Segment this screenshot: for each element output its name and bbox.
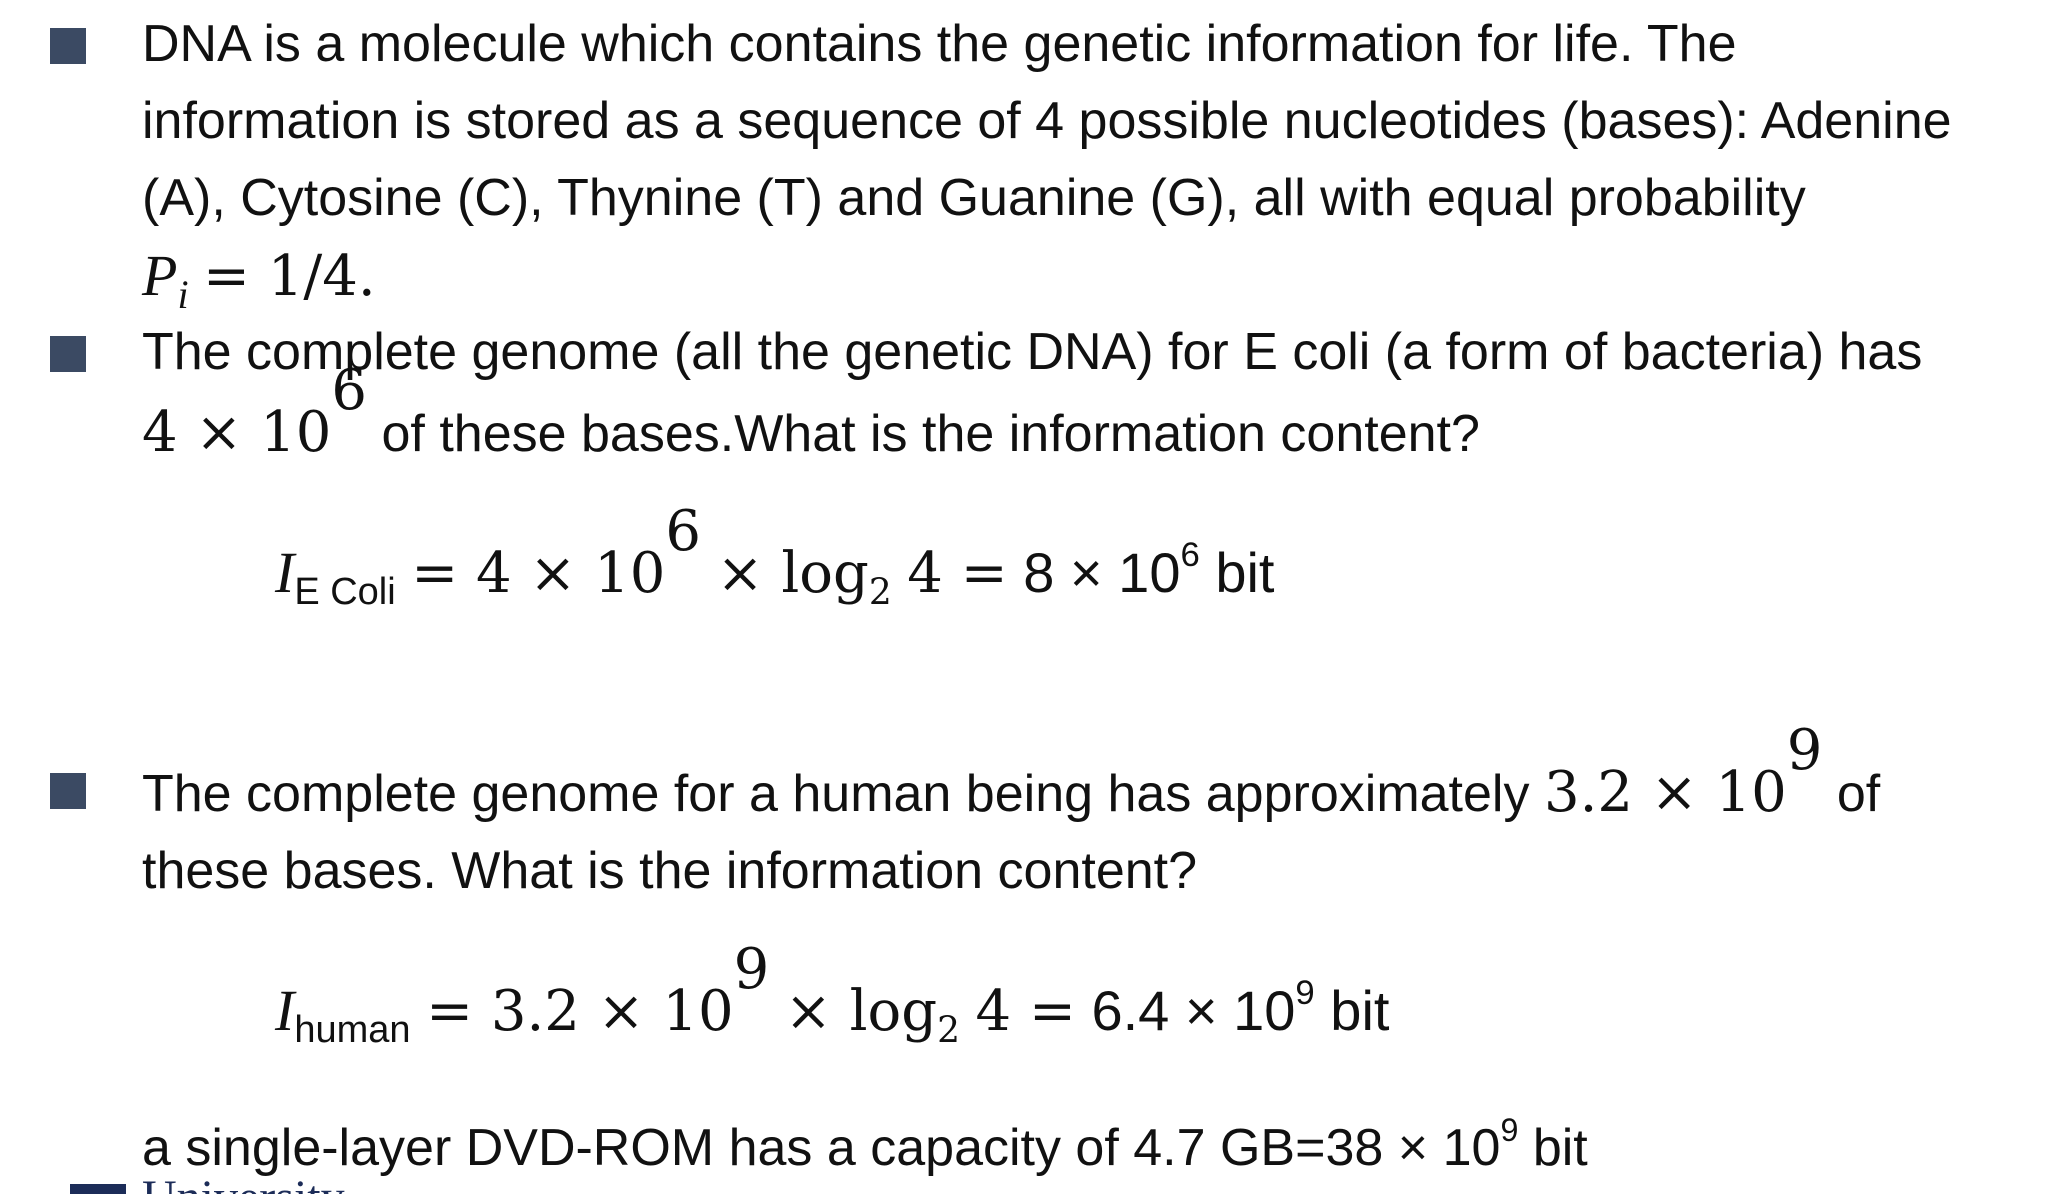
- math-exponent: 6: [1180, 535, 1200, 574]
- text-segment: The complete genome for a human being ha…: [142, 765, 1530, 823]
- math-exponent: 9: [1500, 1111, 1519, 1148]
- paragraph-human: The complete genome for a human being ha…: [142, 723, 2042, 910]
- slide: DNA is a molecule which contains the gen…: [0, 0, 2052, 1194]
- math-exponent: 9: [1295, 973, 1315, 1012]
- math-var-p: P: [142, 243, 178, 308]
- math-sub-label: human: [294, 1009, 411, 1052]
- paragraph-ecoli: The complete genome (all the genetic DNA…: [142, 314, 2042, 473]
- text-line: these bases. What is the information con…: [142, 842, 1198, 900]
- math-exponent: 6: [331, 358, 368, 423]
- university-crest-icon: [70, 1184, 126, 1194]
- bullet-marker-3: [50, 773, 86, 809]
- math-var-i: I: [275, 540, 295, 605]
- math-part: = 4 × 10: [411, 541, 666, 606]
- text-segment: a single-layer DVD-ROM has a capacity of…: [142, 1119, 1501, 1177]
- math-part: × log: [716, 541, 869, 606]
- text-line: DNA is a molecule which contains the gen…: [142, 15, 1737, 73]
- probability-formula: Pi = 1/4.: [142, 237, 2042, 317]
- math-sub-label: E Coli: [294, 571, 396, 614]
- math-part: = 3.2 × 10: [426, 979, 734, 1044]
- math-result: 8 × 10: [1023, 541, 1181, 604]
- text-segment: of these bases.What is the information c…: [381, 405, 1480, 463]
- math-unit: bit: [1215, 541, 1275, 604]
- dvd-capacity-line: a single-layer DVD-ROM has a capacity of…: [142, 1110, 2042, 1187]
- text-line-math: 4 × 106 of these bases.What is the infor…: [142, 363, 2042, 473]
- text-line: (A), Cytosine (C), Thynine (T) and Guani…: [142, 169, 1806, 227]
- text-line: The complete genome (all the genetic DNA…: [142, 323, 1923, 381]
- text-segment: of: [1836, 765, 1881, 823]
- equation-ecoli: IE Coli = 4 × 106 × log2 4 = 8 × 106 bit: [275, 504, 1275, 612]
- math-exponent: 6: [665, 499, 702, 564]
- math-rhs: = 1/4.: [203, 244, 376, 309]
- math-var-i: I: [275, 978, 295, 1043]
- paragraph-dna: DNA is a molecule which contains the gen…: [142, 6, 2042, 317]
- math-log-base: 2: [868, 572, 892, 614]
- math-unit: bit: [1532, 1119, 1588, 1177]
- math-part: 4 =: [907, 541, 1008, 606]
- equation-human: Ihuman = 3.2 × 109 × log2 4 = 6.4 × 109 …: [275, 942, 1390, 1050]
- math-exponent: 9: [733, 937, 770, 1002]
- math-value: 4 × 10: [142, 400, 332, 465]
- bullet-marker-2: [50, 336, 86, 372]
- university-logo-text: University: [142, 1174, 345, 1194]
- math-value: 3.2 × 10: [1543, 760, 1787, 825]
- math-exponent: 9: [1786, 718, 1823, 783]
- bullet-marker-1: [50, 28, 86, 64]
- math-unit: bit: [1330, 979, 1390, 1042]
- text-line: information is stored as a sequence of 4…: [142, 92, 1952, 150]
- math-log-base: 2: [937, 1010, 960, 1052]
- math-sub-i: i: [177, 271, 189, 317]
- math-result: 6.4 × 10: [1091, 979, 1296, 1042]
- math-part: × log: [784, 979, 938, 1044]
- math-part: 4 =: [975, 979, 1076, 1044]
- text-line-math: The complete genome for a human being ha…: [142, 723, 2042, 833]
